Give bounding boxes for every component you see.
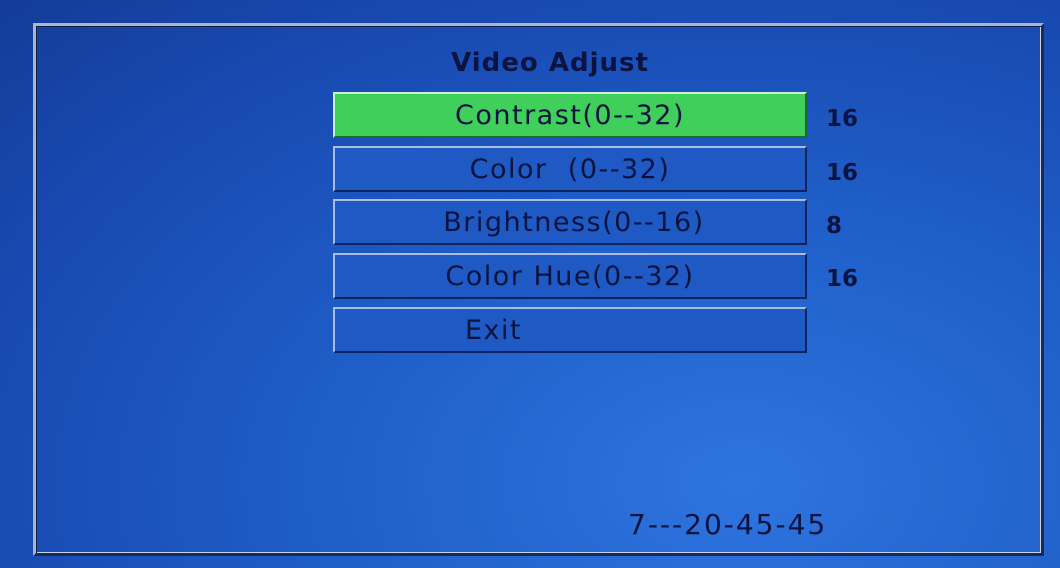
menu-item-color[interactable]: Color (0--32) <box>333 146 807 192</box>
menu-item-contrast[interactable]: Contrast(0--32) <box>333 92 807 138</box>
menu-item-brightness[interactable]: Brightness(0--16) <box>333 199 807 245</box>
color-value: 16 <box>826 160 859 186</box>
menu-title: Video Adjust <box>451 48 649 78</box>
contrast-value: 16 <box>826 106 859 132</box>
menu-item-color-hue[interactable]: Color Hue(0--32) <box>333 253 807 299</box>
menu-item-label: Brightness(0--16) <box>443 206 705 238</box>
menu-item-label: Exit <box>465 314 523 346</box>
color-hue-value: 16 <box>826 266 859 292</box>
osd-screen: Video Adjust Contrast(0--32) 16 Color (0… <box>0 0 1060 568</box>
menu-item-exit[interactable]: Exit <box>333 307 807 353</box>
menu-item-label: Color Hue(0--32) <box>445 260 695 292</box>
menu-item-label: Color (0--32) <box>469 153 671 185</box>
brightness-value: 8 <box>826 213 843 239</box>
menu-item-label: Contrast(0--32) <box>455 99 685 131</box>
footer-code: 7---20-45-45 <box>628 508 828 541</box>
